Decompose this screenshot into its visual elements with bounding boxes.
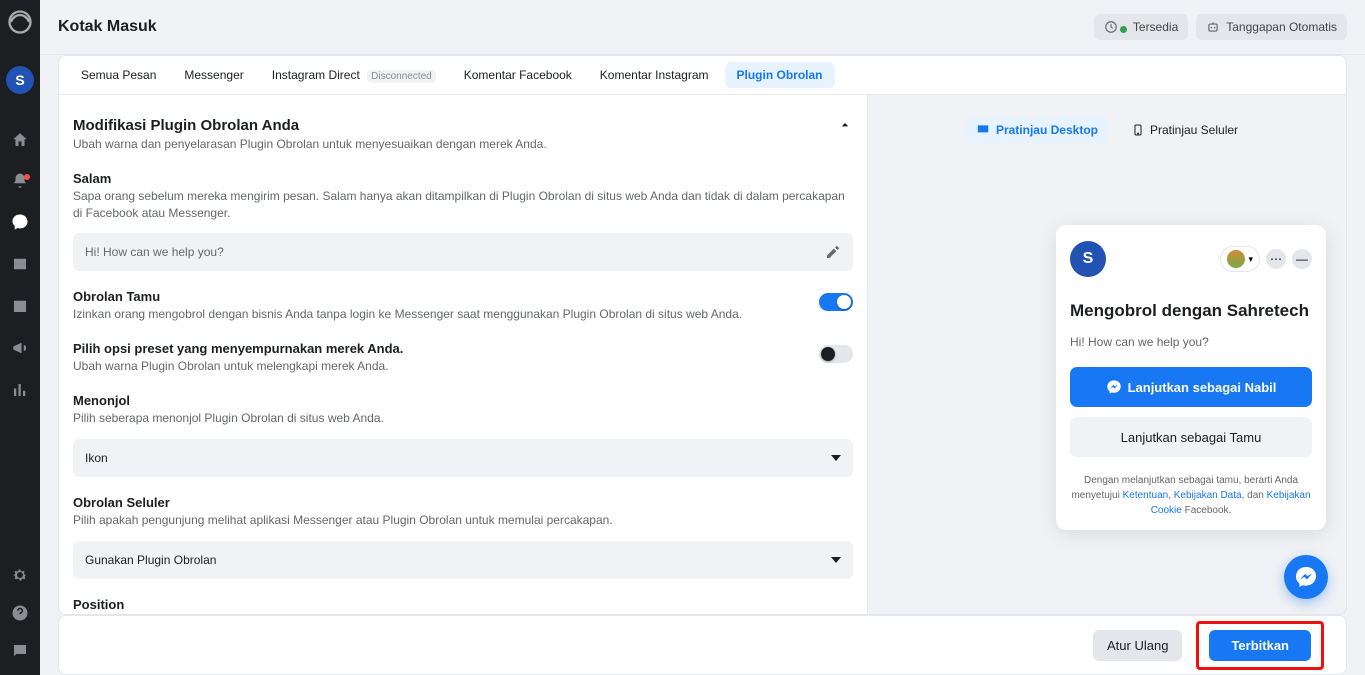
top-bar: Kotak Masuk Tersedia Tanggapan Otomatis: [40, 0, 1365, 55]
caret-down-icon: [831, 455, 841, 461]
preview-mobile-label: Pratinjau Seluler: [1150, 123, 1238, 137]
continue-as-user-label: Lanjutkan sebagai Nabil: [1128, 380, 1277, 395]
user-chip[interactable]: ▾: [1220, 246, 1260, 272]
main-area: Kotak Masuk Tersedia Tanggapan Otomatis …: [40, 0, 1365, 675]
preview-mobile-tab[interactable]: Pratinjau Seluler: [1122, 117, 1248, 143]
prominence-label: Menonjol: [73, 393, 853, 408]
terms-link[interactable]: Ketentuan: [1123, 490, 1169, 501]
availability-label: Tersedia: [1133, 20, 1178, 34]
reset-button[interactable]: Atur Ulang: [1093, 630, 1182, 661]
bottom-action-bar: Atur Ulang Terbitkan: [58, 615, 1347, 675]
chat-terms-text: Dengan melanjutkan sebagai tamu, berarti…: [1070, 473, 1312, 518]
insights-icon[interactable]: [10, 380, 30, 400]
caret-down-icon: [831, 557, 841, 563]
messenger-icon: [1294, 565, 1318, 589]
edit-icon[interactable]: [825, 244, 841, 260]
section-subtitle: Ubah warna dan penyelarasan Plugin Obrol…: [73, 136, 547, 153]
megaphone-icon[interactable]: [10, 338, 30, 358]
guest-chat-description: Izinkan orang mengobrol dengan bisnis An…: [73, 306, 789, 323]
continue-as-user-button[interactable]: Lanjutkan sebagai Nabil: [1070, 367, 1312, 407]
tab-messenger[interactable]: Messenger: [172, 62, 255, 88]
menu-icon[interactable]: [10, 422, 30, 442]
mobile-chat-label: Obrolan Seluler: [73, 495, 853, 510]
chat-preview-card: S ▾ ⋯ — Mengobrol dengan Sahretech Hi! H…: [1056, 225, 1326, 530]
tab-ig-comments[interactable]: Komentar Instagram: [588, 62, 721, 88]
calendar-icon[interactable]: [10, 296, 30, 316]
tab-fb-comments[interactable]: Komentar Facebook: [452, 62, 584, 88]
inbox-tabs: Semua Pesan Messenger Instagram Direct D…: [58, 55, 1347, 95]
tab-instagram-direct[interactable]: Instagram Direct Disconnected: [260, 62, 448, 88]
guest-chat-label: Obrolan Tamu: [73, 289, 789, 304]
continue-as-guest-button[interactable]: Lanjutkan sebagai Tamu: [1070, 417, 1312, 457]
prominence-select[interactable]: Ikon: [73, 439, 853, 477]
greeting-input[interactable]: Hi! How can we help you?: [73, 233, 853, 271]
prominence-value: Ikon: [85, 451, 108, 465]
publish-button[interactable]: Terbitkan: [1209, 630, 1311, 661]
chevron-up-icon[interactable]: [837, 117, 853, 133]
chat-page-avatar: S: [1070, 241, 1106, 277]
disconnected-badge: Disconnected: [367, 70, 436, 83]
minimize-button[interactable]: —: [1292, 249, 1312, 269]
tab-all-messages[interactable]: Semua Pesan: [69, 62, 168, 88]
auto-response-label: Tanggapan Otomatis: [1226, 20, 1337, 34]
feedback-icon[interactable]: [10, 641, 30, 661]
desktop-icon: [976, 123, 990, 137]
preset-label: Pilih opsi preset yang menyempurnakan me…: [73, 341, 789, 356]
more-button[interactable]: ⋯: [1266, 249, 1286, 269]
chat-title: Mengobrol dengan Sahretech: [1070, 301, 1312, 321]
app-sidebar: S: [0, 0, 40, 675]
chat-icon[interactable]: [10, 212, 30, 232]
page-avatar[interactable]: S: [6, 66, 34, 94]
data-policy-link[interactable]: Kebijakan Data: [1174, 490, 1242, 501]
availability-button[interactable]: Tersedia: [1094, 14, 1188, 40]
settings-icon[interactable]: [10, 565, 30, 585]
meta-logo-icon[interactable]: [6, 8, 34, 36]
preview-panel: Pratinjau Desktop Pratinjau Seluler S ▾ …: [868, 95, 1347, 615]
settings-panel: Modifikasi Plugin Obrolan Anda Ubah warn…: [58, 95, 868, 615]
mobile-icon: [1132, 123, 1144, 137]
mobile-chat-select[interactable]: Gunakan Plugin Obrolan: [73, 541, 853, 579]
position-label: Position: [73, 597, 853, 612]
help-icon[interactable]: [10, 603, 30, 623]
preview-desktop-tab[interactable]: Pratinjau Desktop: [966, 117, 1108, 143]
tab-instagram-label: Instagram Direct: [272, 68, 360, 82]
posts-icon[interactable]: [10, 254, 30, 274]
greeting-label: Salam: [73, 171, 853, 186]
section-title: Modifikasi Plugin Obrolan Anda: [73, 117, 547, 134]
mobile-chat-description: Pilih apakah pengunjung melihat aplikasi…: [73, 512, 853, 529]
prominence-description: Pilih seberapa menonjol Plugin Obrolan d…: [73, 410, 853, 427]
preset-description: Ubah warna Plugin Obrolan untuk melengka…: [73, 358, 789, 375]
page-title: Kotak Masuk: [58, 18, 157, 36]
bell-icon[interactable]: [11, 172, 29, 190]
greeting-description: Sapa orang sebelum mereka mengirim pesan…: [73, 188, 853, 222]
content-row: Modifikasi Plugin Obrolan Anda Ubah warn…: [58, 95, 1347, 615]
guest-chat-toggle[interactable]: [819, 293, 853, 311]
robot-icon: [1206, 20, 1220, 34]
preset-toggle[interactable]: [819, 345, 853, 363]
chat-greeting-text: Hi! How can we help you?: [1070, 335, 1312, 349]
home-icon[interactable]: [10, 130, 30, 150]
tab-chat-plugin[interactable]: Plugin Obrolan: [725, 62, 835, 88]
clock-icon: [1104, 20, 1118, 34]
greeting-value: Hi! How can we help you?: [85, 245, 224, 259]
mobile-chat-value: Gunakan Plugin Obrolan: [85, 553, 216, 567]
user-avatar-icon: [1227, 250, 1245, 268]
messenger-icon: [1106, 379, 1122, 395]
preview-desktop-label: Pratinjau Desktop: [996, 123, 1098, 137]
auto-response-button[interactable]: Tanggapan Otomatis: [1196, 14, 1347, 40]
messenger-fab[interactable]: [1284, 555, 1328, 599]
publish-highlight: Terbitkan: [1196, 621, 1324, 670]
